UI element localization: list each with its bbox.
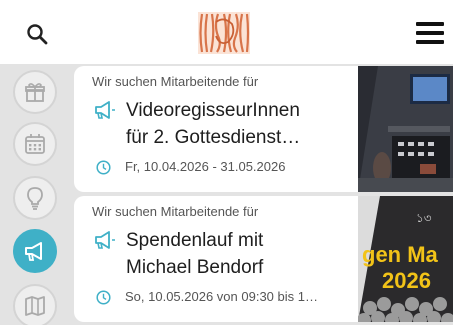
card-title-row: VideoregisseurInnen für 2. Gottesdienst… (92, 97, 354, 151)
card-date-row: So, 10.05.2026 von 09:30 bis 1… (92, 289, 354, 309)
announcement-card[interactable]: Wir suchen Mitarbeitende für Spendenlauf… (74, 196, 453, 322)
sidebar-item-ideas[interactable] (13, 176, 57, 220)
gift-icon (25, 83, 45, 102)
category-sidebar (0, 64, 66, 325)
calendar-icon (25, 134, 45, 154)
clock-icon (96, 290, 111, 305)
card-eyebrow: Wir suchen Mitarbeitende für (92, 204, 259, 219)
card-title: Spendenlauf mit Michael Bendorf (126, 230, 264, 278)
search-icon[interactable] (26, 23, 48, 45)
top-bar (0, 0, 453, 65)
video-studio-photo (358, 66, 453, 192)
clock-icon (96, 160, 111, 175)
megaphone-icon (95, 231, 115, 249)
app-logo[interactable] (198, 12, 250, 54)
content-area: Wir suchen Mitarbeitende für Videoregiss… (0, 64, 453, 325)
card-date: So, 10.05.2026 von 09:30 bis 1… (125, 289, 318, 304)
card-date-row: Fr, 10.04.2026 - 31.05.2026 (92, 159, 354, 179)
megaphone-icon (95, 101, 115, 119)
card-title: VideoregisseurInnen für 2. Gottesdienst… (126, 100, 301, 148)
poster-text-line1: gen Ma (362, 242, 439, 267)
sidebar-item-announcements[interactable] (13, 229, 57, 273)
poster-text-line2: 2026 (382, 268, 431, 293)
card-text: Wir suchen Mitarbeitende für Videoregiss… (92, 74, 354, 179)
card-text: Wir suchen Mitarbeitende für Spendenlauf… (92, 204, 354, 309)
megaphone-icon (25, 242, 42, 261)
svg-text:১৩: ১৩ (416, 211, 432, 225)
map-icon (25, 296, 45, 316)
card-date: Fr, 10.04.2026 - 31.05.2026 (125, 159, 286, 174)
sidebar-item-gift[interactable] (13, 70, 57, 114)
card-title-row: Spendenlauf mit Michael Bendorf (92, 227, 354, 281)
lightbulb-icon (27, 187, 43, 210)
card-eyebrow: Wir suchen Mitarbeitende für (92, 74, 259, 89)
hamburger-menu-icon[interactable] (416, 22, 444, 44)
event-poster-photo: ১৩ gen Ma 2026 (358, 196, 453, 322)
sidebar-item-map[interactable] (13, 284, 57, 325)
sidebar-item-calendar[interactable] (13, 122, 57, 166)
announcement-card[interactable]: Wir suchen Mitarbeitende für Videoregiss… (74, 66, 453, 192)
